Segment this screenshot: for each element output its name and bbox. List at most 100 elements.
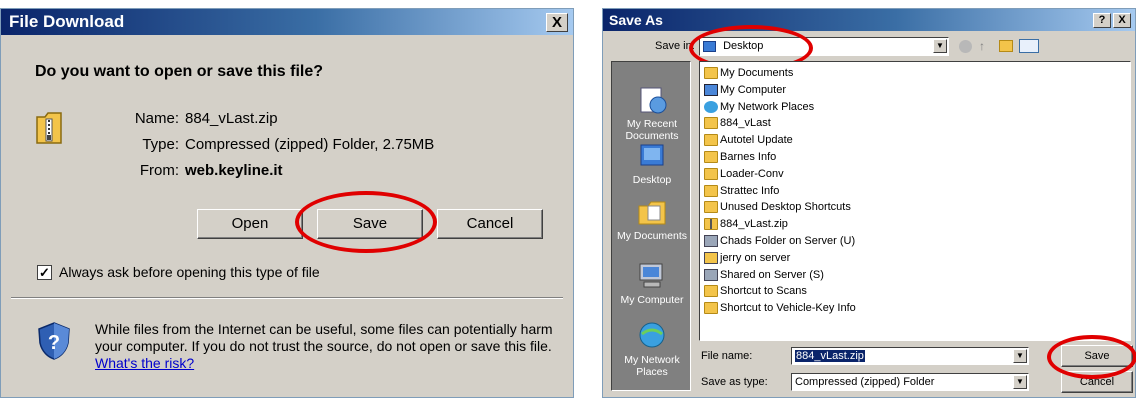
list-item-label: 884_vLast [720, 117, 771, 130]
list-item[interactable]: Shared on Server (S) [704, 267, 824, 283]
from-value: web.keyline.it [185, 162, 283, 179]
list-item-label: Unused Desktop Shortcuts [720, 201, 851, 214]
file-download-titlebar: File Download [1, 9, 573, 35]
save-button-label: Save [1084, 350, 1110, 362]
list-item-label: Loader-Conv [720, 167, 784, 180]
views-menu-icon[interactable] [1019, 39, 1039, 53]
list-item-label: Shared on Server (S) [720, 268, 824, 281]
save-in-value: Desktop [723, 40, 764, 52]
list-item-label: 884_vLast.zip [720, 218, 788, 231]
zip-folder-icon [704, 218, 718, 231]
place-desktop[interactable]: Desktop [612, 140, 692, 186]
list-item-label: My Documents [720, 67, 794, 79]
name-label: Name: [134, 110, 179, 127]
cancel-button[interactable]: Cancel [1061, 371, 1133, 393]
save-as-dialog: Save As ? X Save in: Desktop ▼ ↑ My Rece… [602, 8, 1136, 398]
folder-icon [704, 184, 718, 197]
list-item[interactable]: jerry on server [704, 250, 790, 266]
filename-label: File name: [701, 350, 753, 362]
list-item[interactable]: My Computer [704, 82, 786, 98]
name-value: 884_vLast.zip [185, 110, 278, 127]
chevron-down-icon[interactable]: ▼ [1013, 375, 1027, 389]
svg-text:?: ? [48, 332, 60, 354]
shortcut-icon [704, 251, 718, 264]
list-item[interactable]: Chads Folder on Server (U) [704, 233, 855, 249]
place-label: My Computer [620, 294, 684, 306]
save-type-dropdown[interactable]: Compressed (zipped) Folder ▼ [791, 373, 1029, 391]
list-item[interactable]: Barnes Info [704, 149, 776, 165]
separator [11, 297, 563, 299]
folder-icon [704, 134, 718, 147]
network-places-icon [636, 320, 668, 352]
list-item[interactable]: Autotel Update [704, 132, 793, 148]
place-my-documents[interactable]: My Documents [612, 196, 692, 242]
file-download-dialog: File Download X Do you want to open or s… [0, 8, 574, 398]
save-type-value: Compressed (zipped) Folder [795, 376, 935, 388]
up-folder-icon[interactable]: ↑ [979, 39, 992, 53]
desktop-icon [636, 140, 668, 172]
cancel-button-label: Cancel [1079, 376, 1115, 388]
list-item[interactable]: Loader-Conv [704, 166, 784, 182]
network-drive-icon [704, 235, 718, 247]
save-button[interactable]: Save [1061, 345, 1133, 367]
list-item[interactable]: 884_vLast.zip [704, 216, 788, 232]
save-as-titlebar: Save As [603, 9, 1135, 31]
list-item-label: My Computer [720, 83, 787, 96]
chevron-down-icon[interactable]: ▼ [933, 39, 947, 53]
help-icon: ? [1098, 14, 1106, 26]
type-label: Type: [142, 136, 179, 153]
list-item-label: Shortcut to Scans [720, 285, 807, 298]
list-item[interactable]: My Network Places [704, 99, 814, 115]
recent-documents-icon [636, 84, 668, 116]
my-documents-icon [636, 196, 668, 228]
list-item[interactable]: Shortcut to Vehicle-Key Info [704, 300, 856, 316]
save-in-label: Save in: [655, 40, 695, 52]
close-button[interactable]: X [1113, 13, 1131, 28]
cancel-button[interactable]: Cancel [437, 209, 543, 239]
always-ask-label: Always ask before opening this type of f… [59, 264, 320, 280]
save-as-title: Save As [609, 12, 663, 28]
list-item[interactable]: My Documents [704, 65, 793, 81]
my-documents-icon [704, 67, 718, 79]
from-label: From: [139, 162, 179, 179]
save-button[interactable]: Save [317, 209, 423, 239]
cancel-button-label: Cancel [466, 215, 514, 232]
place-my-computer[interactable]: My Computer [612, 260, 692, 306]
close-button[interactable]: X [546, 13, 568, 32]
list-item-label: Strattec Info [720, 184, 780, 197]
computer-icon [704, 83, 718, 96]
network-icon [704, 100, 718, 113]
folder-icon [704, 201, 718, 214]
list-item-label: Barnes Info [720, 151, 777, 163]
folder-icon [704, 167, 718, 180]
save-type-label: Save as type: [701, 376, 768, 388]
save-in-dropdown[interactable]: Desktop ▼ [699, 37, 949, 56]
list-item-label: Shortcut to Vehicle-Key Info [720, 302, 856, 315]
new-folder-icon[interactable] [999, 40, 1013, 52]
file-list[interactable]: My Documents My Computer My Network Places… [699, 61, 1131, 341]
whats-the-risk-link[interactable]: What's the risk? [95, 355, 194, 371]
place-label: Desktop [632, 174, 672, 186]
list-item[interactable]: 884_vLast [704, 115, 771, 131]
shield-icon: ? [37, 321, 71, 361]
list-item-label: My Network Places [720, 100, 815, 113]
back-icon[interactable] [959, 40, 972, 53]
place-recent-documents[interactable]: My Recent Documents [612, 84, 692, 142]
download-question: Do you want to open or save this file? [35, 63, 324, 80]
help-button[interactable]: ? [1093, 13, 1111, 28]
list-item[interactable]: Unused Desktop Shortcuts [704, 199, 851, 215]
warning-text: While files from the Internet can be use… [95, 321, 561, 372]
list-item[interactable]: Shortcut to Scans [704, 283, 807, 299]
list-item[interactable]: Strattec Info [704, 183, 779, 199]
type-value: Compressed (zipped) Folder, 2.75MB [185, 136, 435, 153]
shortcut-folder-icon [704, 302, 718, 315]
my-computer-icon [636, 260, 668, 292]
chevron-down-icon[interactable]: ▼ [1013, 349, 1027, 363]
filename-input[interactable]: 884_vLast.zip ▼ [791, 347, 1029, 365]
always-ask-checkbox[interactable]: ✓ [37, 265, 52, 280]
place-network[interactable]: My Network Places [612, 320, 692, 378]
desktop-icon [703, 40, 716, 52]
open-button[interactable]: Open [197, 209, 303, 239]
place-label: My Network Places [624, 354, 680, 378]
place-label: My Recent Documents [625, 118, 679, 142]
